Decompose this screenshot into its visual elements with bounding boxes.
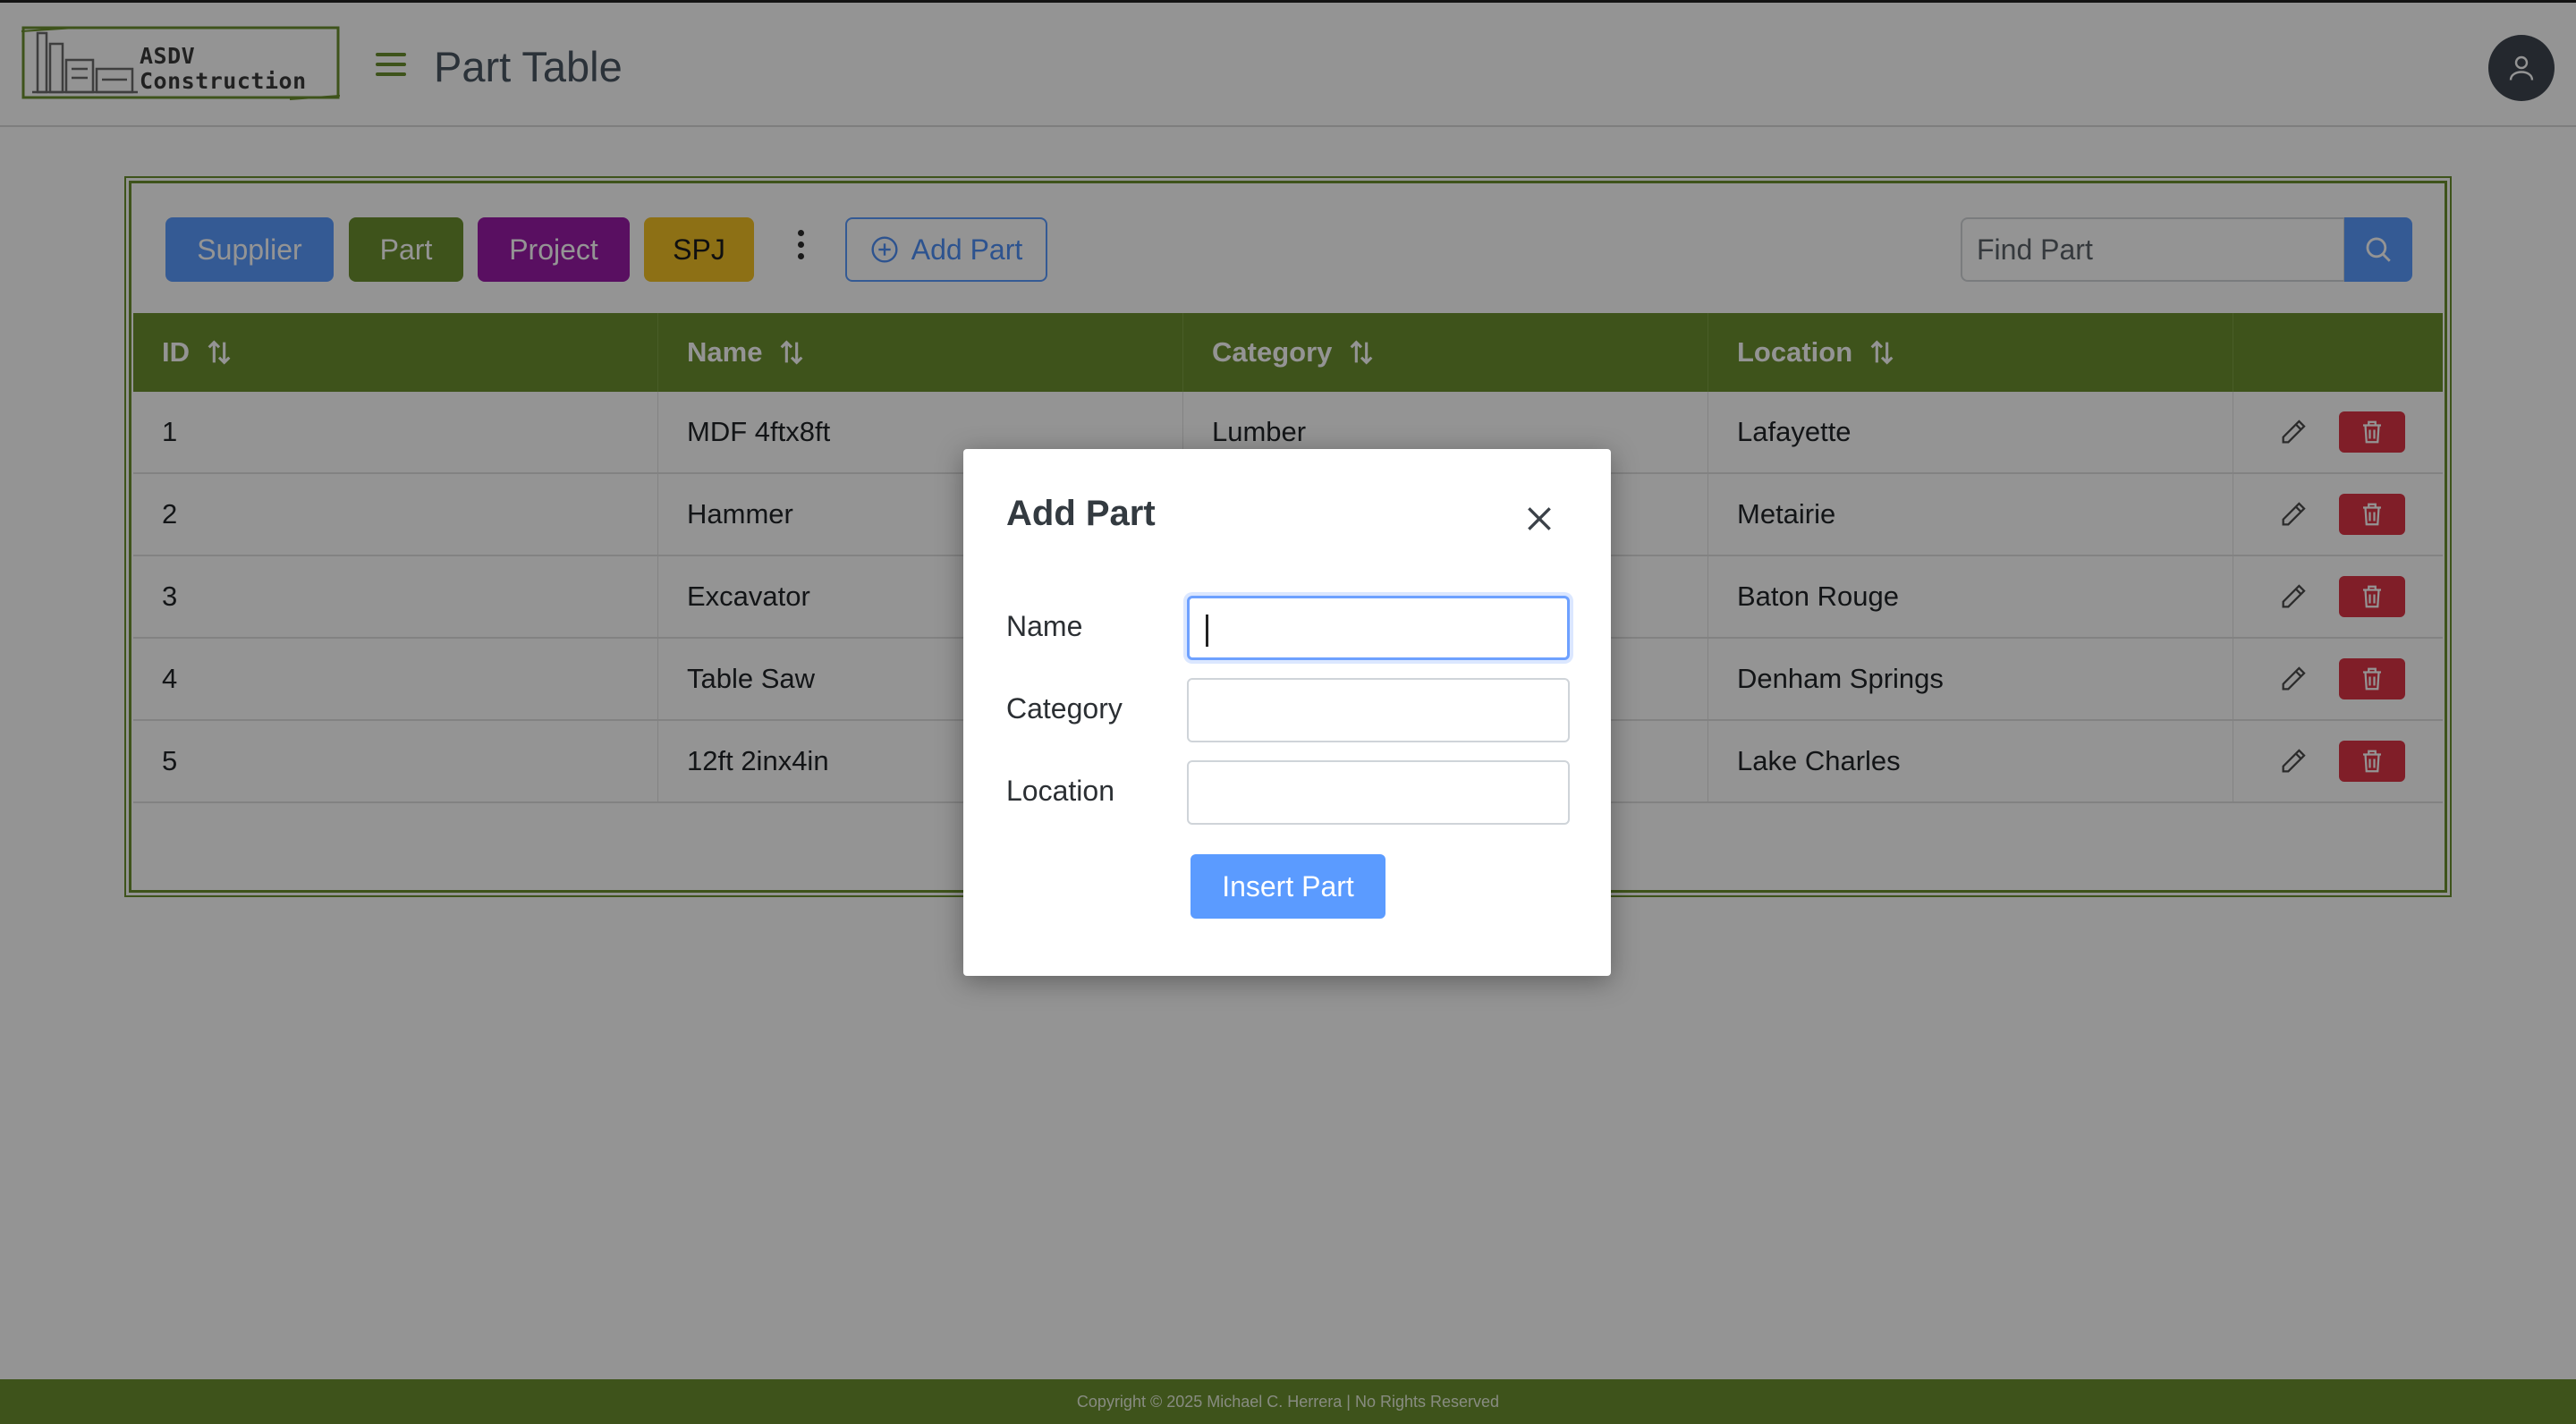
name-field[interactable] bbox=[1187, 596, 1570, 660]
category-label: Category bbox=[1006, 692, 1123, 725]
insert-part-button[interactable]: Insert Part bbox=[1191, 854, 1385, 919]
add-part-modal: Add Part Name Category Location Insert P… bbox=[963, 449, 1611, 976]
modal-title: Add Part bbox=[1006, 494, 1156, 533]
text-caret bbox=[1206, 615, 1208, 647]
name-label: Name bbox=[1006, 610, 1083, 642]
category-field[interactable] bbox=[1187, 678, 1570, 742]
location-label: Location bbox=[1006, 775, 1114, 807]
location-field[interactable] bbox=[1187, 760, 1570, 825]
close-icon[interactable] bbox=[1521, 501, 1557, 537]
